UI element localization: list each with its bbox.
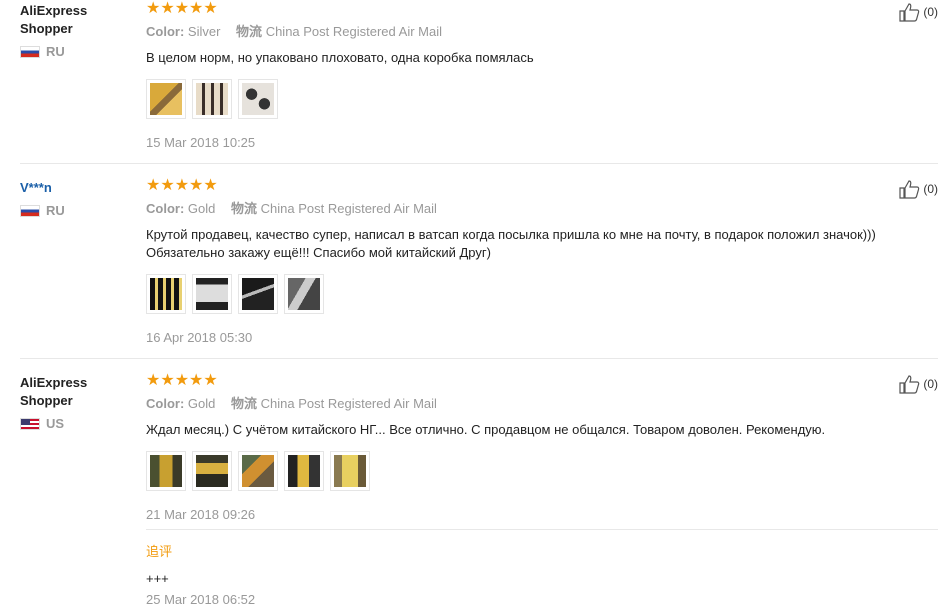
review-body: ★★★★★ Color: Silver 物流 China Post Regist… xyxy=(146,0,926,150)
review-body: ★★★★★ Color: Gold 物流 China Post Register… xyxy=(146,372,926,522)
thumbs-up-icon xyxy=(899,3,920,22)
review-divider xyxy=(20,358,938,359)
shipping-label: 物流 xyxy=(236,24,263,39)
review-meta: Color: Silver 物流 China Post Registered A… xyxy=(146,24,926,40)
review-image[interactable] xyxy=(146,79,186,119)
reviewer-info: AliExpress Shopper US xyxy=(20,374,130,431)
flag-ru-icon xyxy=(20,45,40,58)
followup-section: 追评 +++ 25 Mar 2018 06:52 xyxy=(146,541,926,607)
review-image[interactable] xyxy=(146,451,186,491)
review-date: 21 Mar 2018 09:26 xyxy=(146,507,256,522)
shipping-value: China Post Registered Air Mail xyxy=(260,201,437,216)
review-image[interactable] xyxy=(238,451,278,491)
review-image[interactable] xyxy=(146,274,186,314)
review-divider xyxy=(20,163,938,164)
country-code: RU xyxy=(46,44,65,59)
review-meta: Color: Gold 物流 China Post Registered Air… xyxy=(146,396,926,412)
color-value: Gold xyxy=(187,201,216,216)
color-value: Silver xyxy=(187,24,221,39)
reviewer-country: RU xyxy=(20,203,130,218)
color-label: Color: xyxy=(146,24,185,39)
reviewer-country: US xyxy=(20,416,130,431)
reviewer-name: AliExpress Shopper xyxy=(20,3,88,36)
review-image[interactable] xyxy=(284,451,324,491)
reviewer-name: AliExpress Shopper xyxy=(20,375,88,408)
followup-date: 25 Mar 2018 06:52 xyxy=(146,592,256,607)
color-label: Color: xyxy=(146,396,185,411)
review-image[interactable] xyxy=(192,79,232,119)
color-value: Gold xyxy=(187,396,216,411)
flag-ru-icon xyxy=(20,204,40,217)
star-rating: ★★★★★ xyxy=(146,0,218,17)
review-image[interactable] xyxy=(284,274,324,314)
review-image[interactable] xyxy=(330,451,370,491)
review-text: В целом норм, но упаковано плоховато, од… xyxy=(146,50,534,65)
thumbs-up-icon xyxy=(899,180,920,199)
shipping-value: China Post Registered Air Mail xyxy=(265,24,442,39)
reviewer-info: V***n RU xyxy=(20,179,130,218)
review-text: Крутой продавец, качество супер, написал… xyxy=(146,227,876,260)
review-image[interactable] xyxy=(192,274,232,314)
followup-text: +++ xyxy=(146,571,169,586)
review-image[interactable] xyxy=(238,79,278,119)
review-images xyxy=(146,79,926,119)
followup-label: 追评 xyxy=(146,544,173,559)
helpful-button[interactable]: (0) xyxy=(899,374,938,394)
review-images xyxy=(146,451,926,491)
review-date: 15 Mar 2018 10:25 xyxy=(146,135,256,150)
helpful-count: (0) xyxy=(923,377,938,391)
review-images xyxy=(146,274,926,314)
followup-divider xyxy=(146,529,938,530)
star-rating: ★★★★★ xyxy=(146,177,218,194)
star-rating: ★★★★★ xyxy=(146,372,218,389)
helpful-button[interactable]: (0) xyxy=(899,2,938,22)
color-label: Color: xyxy=(146,201,185,216)
review-date: 16 Apr 2018 05:30 xyxy=(146,330,253,345)
reviewer-info: AliExpress Shopper RU xyxy=(20,2,130,59)
review-meta: Color: Gold 物流 China Post Registered Air… xyxy=(146,201,926,217)
helpful-button[interactable]: (0) xyxy=(899,179,938,199)
thumbs-up-icon xyxy=(899,375,920,394)
review-body: ★★★★★ Color: Gold 物流 China Post Register… xyxy=(146,177,926,345)
helpful-count: (0) xyxy=(923,182,938,196)
country-code: RU xyxy=(46,203,65,218)
shipping-value: China Post Registered Air Mail xyxy=(260,396,437,411)
reviewer-name[interactable]: V***n xyxy=(20,179,130,197)
reviewer-country: RU xyxy=(20,44,130,59)
review-image[interactable] xyxy=(238,274,278,314)
shipping-label: 物流 xyxy=(231,396,258,411)
shipping-label: 物流 xyxy=(231,201,258,216)
flag-us-icon xyxy=(20,417,40,430)
review-text: Ждал месяц.) С учётом китайского НГ... В… xyxy=(146,422,826,437)
country-code: US xyxy=(46,416,65,431)
review-image[interactable] xyxy=(192,451,232,491)
helpful-count: (0) xyxy=(923,5,938,19)
